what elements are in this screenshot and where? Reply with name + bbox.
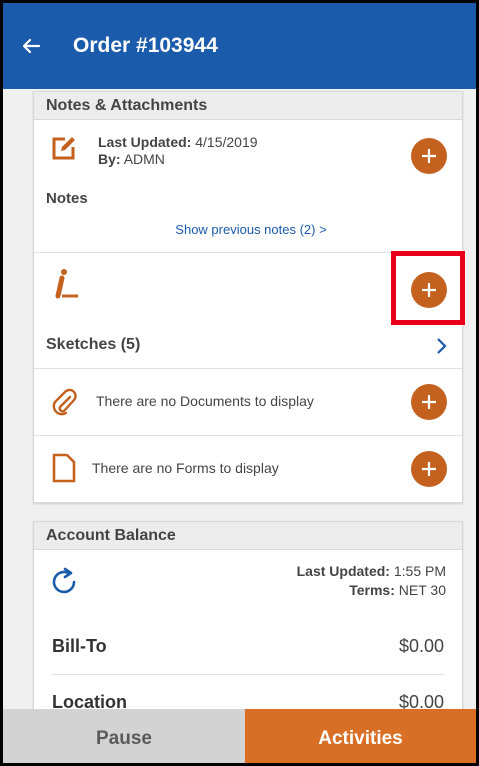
documents-empty-text: There are no Documents to display (96, 393, 314, 409)
last-updated-label: Last Updated: (98, 134, 192, 150)
forms-row: There are no Forms to display (34, 436, 462, 502)
terms-label: Terms: (349, 582, 395, 598)
chevron-right-icon (437, 338, 447, 354)
forms-empty-text: There are no Forms to display (92, 460, 279, 476)
arrow-left-icon (22, 38, 41, 54)
plus-icon (422, 149, 436, 163)
by-value: ADMN (123, 151, 165, 167)
divider (52, 674, 444, 675)
notes-updated-text: Last Updated: 4/15/2019 By: ADMN (98, 134, 258, 168)
document-icon (52, 453, 76, 483)
documents-row: There are no Documents to display (34, 369, 462, 435)
bottom-action-bar: Pause Activities (3, 709, 476, 763)
by-label: By: (98, 151, 121, 167)
add-document-button[interactable] (411, 384, 447, 420)
phone-frame: Order #103944 Notes & Attachments Last U… (0, 0, 479, 766)
bill-to-row: Bill-To $0.00 (34, 622, 462, 672)
top-app-bar: Order #103944 (3, 3, 476, 89)
notes-label: Notes (46, 190, 88, 207)
scroll-content[interactable]: Notes & Attachments Last Updated: 4/15/2… (3, 89, 476, 763)
edit-note-icon (52, 137, 75, 160)
paperclip-icon (52, 388, 77, 416)
sketches-label: Sketches (5) (46, 336, 141, 353)
back-button[interactable] (3, 3, 59, 89)
acct-last-updated-value: 1:55 PM (393, 563, 446, 579)
acct-last-updated-label: Last Updated: (296, 563, 390, 579)
notes-updated-row: Last Updated: 4/15/2019 By: ADMN (34, 130, 462, 178)
show-previous-notes-link[interactable]: Show previous notes (2) > (34, 222, 462, 242)
highlight-box (391, 251, 465, 325)
bill-to-label: Bill-To (52, 636, 107, 656)
activities-button[interactable]: Activities (245, 709, 476, 763)
plus-icon (422, 462, 436, 476)
account-card-header: Account Balance (34, 522, 462, 550)
last-updated-value: 4/15/2019 (195, 134, 258, 150)
plus-icon (422, 395, 436, 409)
pen-sketch-icon (55, 269, 78, 299)
sketches-row[interactable]: Sketches (5) (34, 332, 462, 360)
account-updated-text: Last Updated: 1:55 PM Terms: NET 30 (297, 562, 446, 600)
add-form-button[interactable] (411, 451, 447, 487)
refresh-icon[interactable] (48, 566, 80, 598)
page-title: Order #103944 (73, 34, 218, 57)
account-updated-row: Last Updated: 1:55 PM Terms: NET 30 (34, 558, 462, 614)
add-note-button[interactable] (411, 138, 447, 174)
pause-button[interactable]: Pause (3, 709, 245, 763)
notes-card-header: Notes & Attachments (34, 92, 462, 120)
bill-to-value: $0.00 (398, 636, 444, 656)
terms-value: NET 30 (398, 582, 446, 598)
